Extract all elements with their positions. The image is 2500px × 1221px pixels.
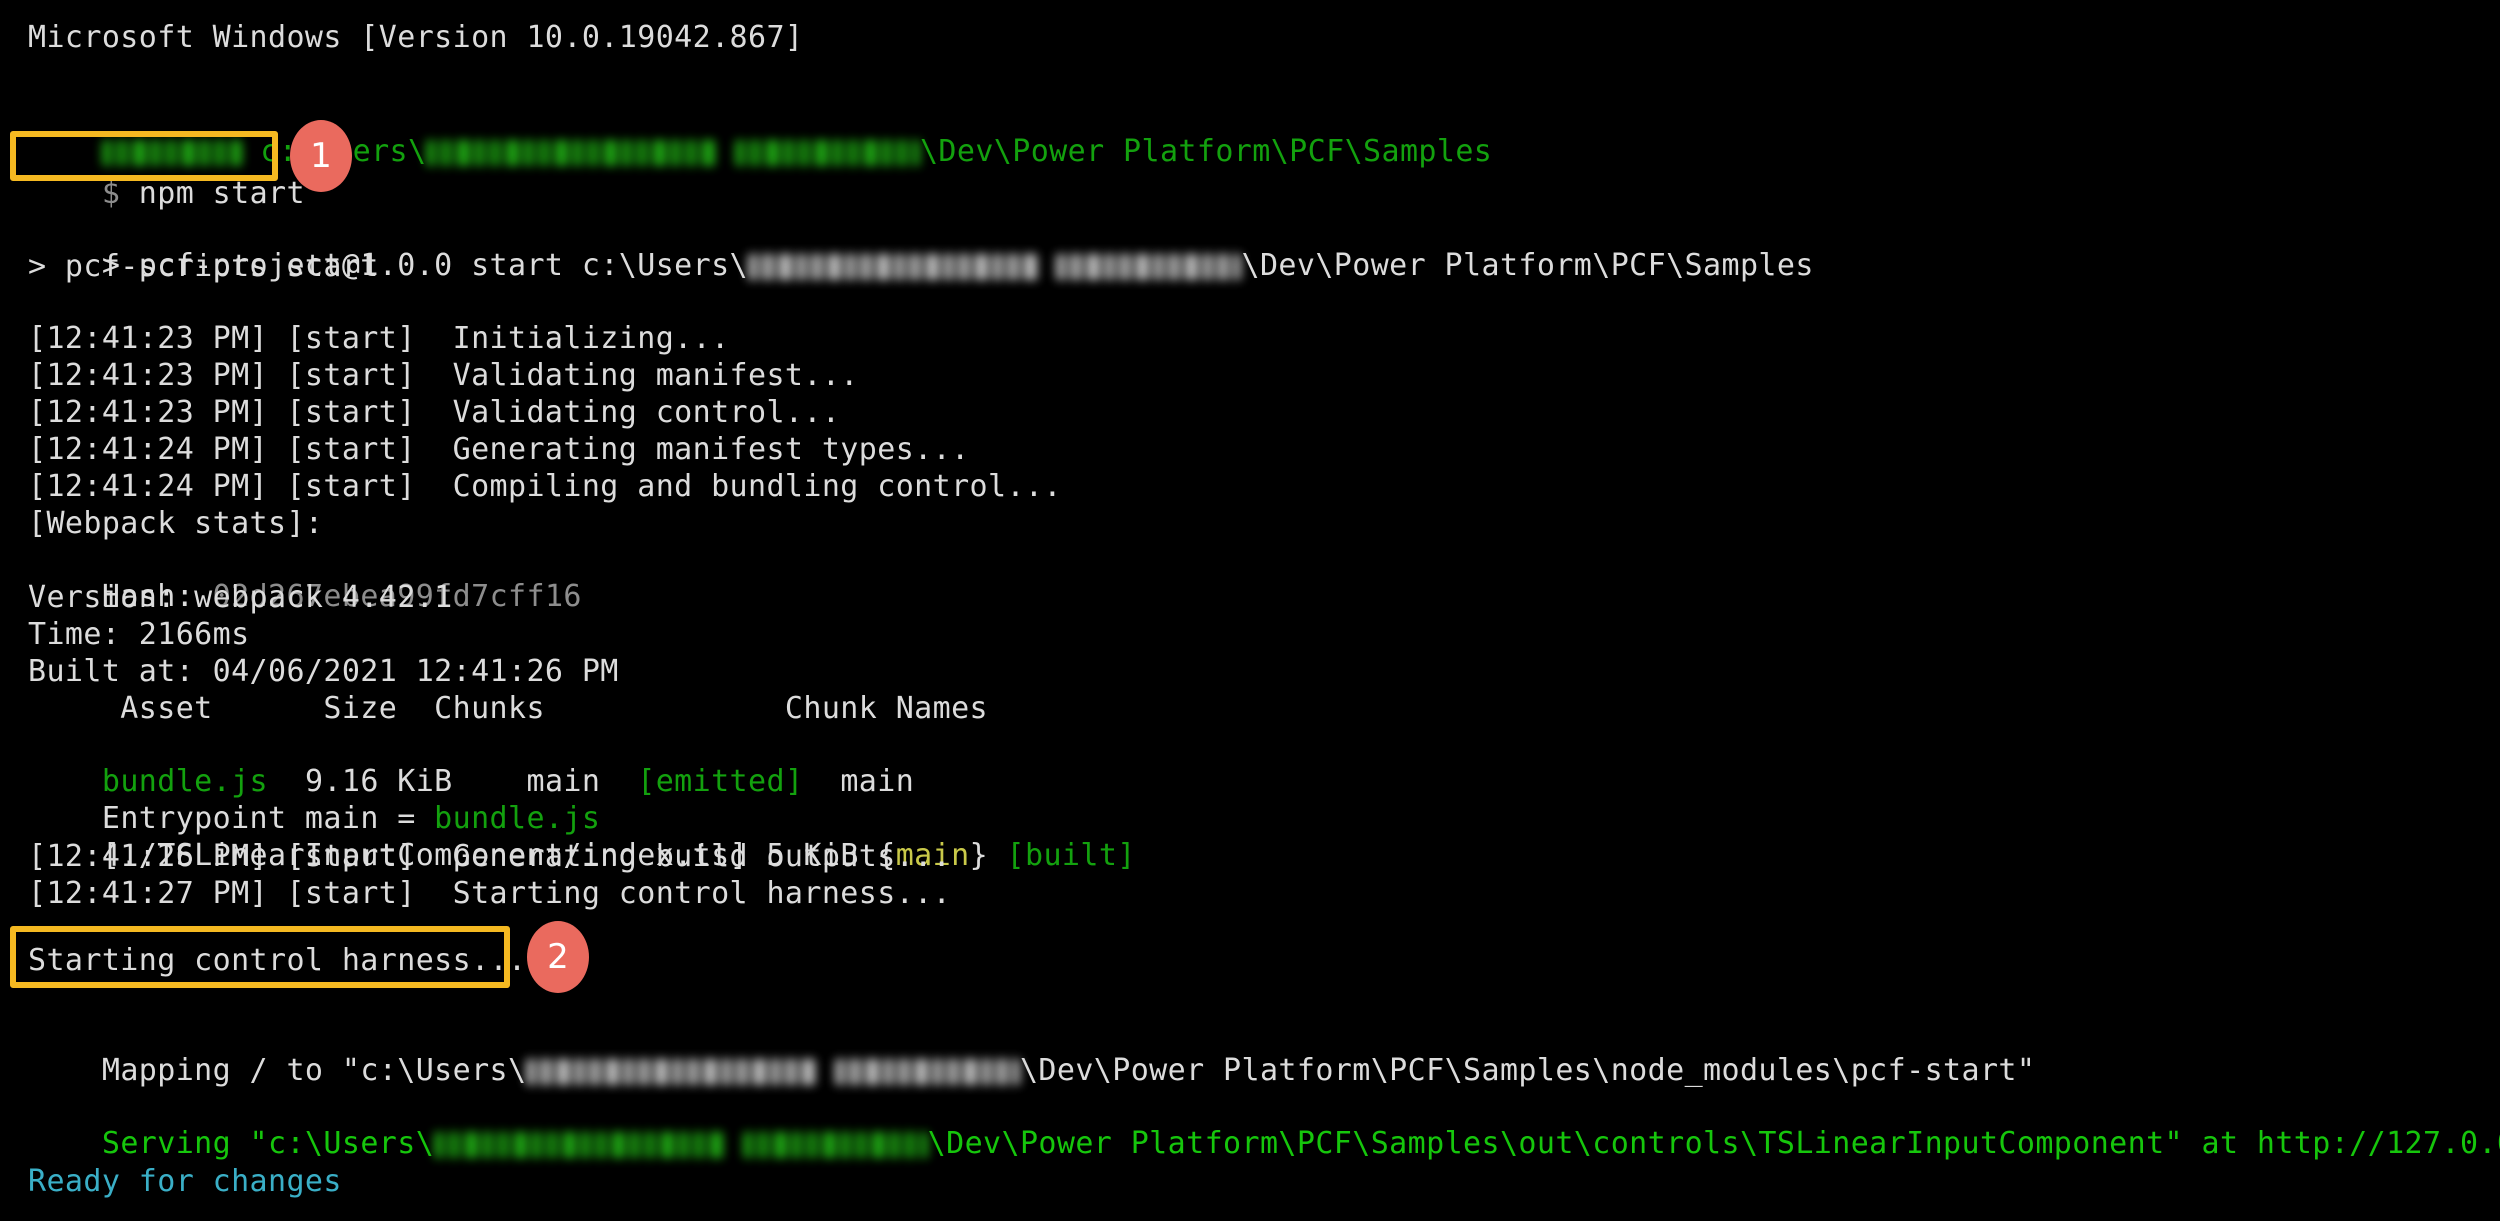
serving-line: Serving "c:\Users\ \Dev\Power Platform\P… bbox=[28, 1090, 2500, 1198]
webpack-built-at-line: Built at: 04/06/2021 12:41:26 PM bbox=[28, 654, 619, 689]
redacted-tenant-1 bbox=[1056, 254, 1242, 280]
command-text: npm start bbox=[138, 176, 305, 211]
asset-table-header: Asset Size Chunks Chunk Names bbox=[28, 691, 988, 726]
redacted-tenant-green bbox=[734, 140, 920, 166]
webpack-version-line: Version: webpack 4.42.1 bbox=[28, 580, 453, 615]
redacted-tenant-3 bbox=[742, 1132, 928, 1158]
webpack-time-line: Time: 2166ms bbox=[28, 617, 250, 652]
log-validating-manifest: [12:41:23 PM] [start] Validating manifes… bbox=[28, 358, 859, 393]
module-separator: } bbox=[969, 838, 1007, 873]
log-compiling: [12:41:24 PM] [start] Compiling and bund… bbox=[28, 469, 1062, 504]
asset-chunk-names: main bbox=[803, 764, 915, 799]
windows-version-header: Microsoft Windows [Version 10.0.19042.86… bbox=[28, 20, 804, 55]
redacted-username-3 bbox=[434, 1132, 725, 1158]
ready-for-changes-line: Ready for changes bbox=[28, 1164, 342, 1199]
callout-badge-2: 2 bbox=[527, 921, 589, 993]
asset-emitted-badge: [emitted] bbox=[637, 764, 804, 799]
redacted-username-2 bbox=[526, 1059, 817, 1085]
module-built-badge: [built] bbox=[1006, 838, 1136, 873]
webpack-stats-header: [Webpack stats]: bbox=[28, 506, 324, 541]
redacted-username-green bbox=[426, 140, 717, 166]
terminal-window: Microsoft Windows [Version 10.0.19042.86… bbox=[0, 0, 2500, 1221]
serving-suffix: \Dev\Power Platform\PCF\Samples\out\cont… bbox=[927, 1126, 2500, 1161]
callout-badge-1: 1 bbox=[290, 120, 352, 192]
log-initializing: [12:41:23 PM] [start] Initializing... bbox=[28, 321, 730, 356]
log-generating-types: [12:41:24 PM] [start] Generating manifes… bbox=[28, 432, 970, 467]
mapping-suffix: \Dev\Power Platform\PCF\Samples\node_mod… bbox=[1019, 1053, 2036, 1088]
log-starting-harness: [12:41:27 PM] [start] Starting control h… bbox=[28, 876, 952, 911]
redacted-tenant-2 bbox=[834, 1059, 1020, 1085]
prompt-path-suffix: \Dev\Power Platform\PCF\Samples bbox=[919, 134, 1493, 169]
harness-echo-line: Starting control harness... bbox=[28, 943, 527, 978]
log-generating-build-outputs: [12:41:26 PM] [start] Generating build o… bbox=[28, 839, 952, 874]
mapping-prefix: Mapping / to "c:\Users\ bbox=[101, 1053, 527, 1088]
npm-run-suffix: \Dev\Power Platform\PCF\Samples bbox=[1241, 248, 1814, 283]
command-sigil: $ bbox=[101, 176, 121, 211]
serving-prefix: Serving "c:\Users\ bbox=[101, 1126, 435, 1161]
npm-script-line-2: > pcf-scripts start bbox=[28, 249, 379, 284]
log-validating-control: [12:41:23 PM] [start] Validating control… bbox=[28, 395, 841, 430]
redacted-username-1 bbox=[748, 254, 1039, 280]
